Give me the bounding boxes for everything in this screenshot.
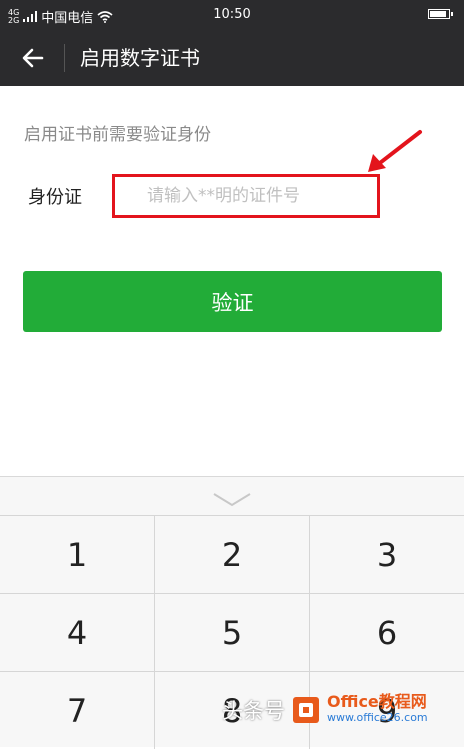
battery-icon — [428, 9, 453, 19]
battery-level — [430, 11, 446, 17]
watermark-brand: Office教程网 www.office26.com — [327, 694, 428, 726]
watermark-brand-url: www.office26.com — [327, 711, 428, 724]
key-7[interactable]: 7 — [0, 672, 155, 749]
nav-divider — [64, 44, 65, 72]
chevron-down-icon — [213, 493, 251, 507]
id-card-label: 身份证 — [28, 187, 82, 208]
keypad-row: 123 — [0, 515, 464, 593]
key-1[interactable]: 1 — [0, 516, 155, 593]
key-3[interactable]: 3 — [310, 516, 464, 593]
keypad-row: 456 — [0, 593, 464, 671]
key-4[interactable]: 4 — [0, 594, 155, 671]
verify-button[interactable]: 验证 — [23, 271, 442, 332]
annotation-arrow-icon — [368, 130, 422, 172]
key-5[interactable]: 5 — [155, 594, 310, 671]
back-button[interactable] — [14, 42, 52, 74]
key-2[interactable]: 2 — [155, 516, 310, 593]
id-input-highlight — [112, 174, 380, 218]
watermark-brand-main: Office教程网 — [327, 692, 427, 711]
watermark-text: 头条号 — [222, 699, 285, 723]
watermark: 头条号 Office教程网 www.office26.com — [222, 694, 428, 726]
verification-hint: 启用证书前需要验证身份 — [24, 125, 211, 145]
arrow-left-icon — [22, 48, 44, 68]
page-title: 启用数字证书 — [80, 46, 200, 70]
office-logo-icon — [293, 697, 319, 723]
status-time: 10:50 — [213, 7, 251, 22]
nav-bar: 启用数字证书 — [0, 30, 464, 86]
id-number-input[interactable] — [115, 177, 377, 215]
key-6[interactable]: 6 — [310, 594, 464, 671]
keyboard-collapse-button[interactable] — [212, 491, 252, 509]
status-bar: 4G 2G 中国电信 10:50 — [0, 0, 464, 30]
